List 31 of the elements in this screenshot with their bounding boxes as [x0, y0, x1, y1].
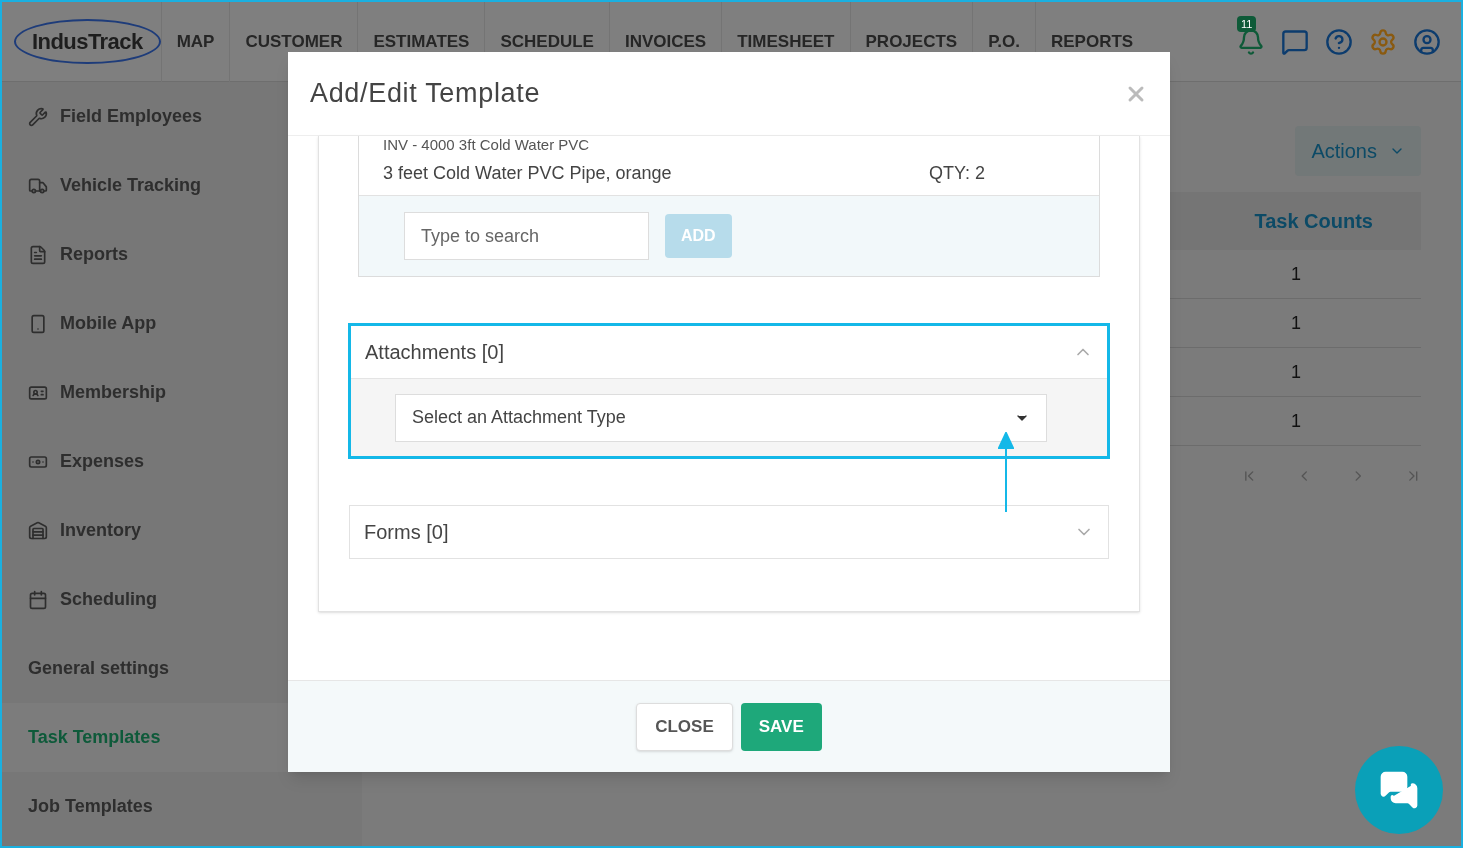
sidebar-item[interactable]: Vehicle Tracking: [2, 151, 362, 220]
settings-icon[interactable]: [1369, 27, 1397, 56]
phone-icon: [28, 313, 48, 334]
user-icon[interactable]: [1413, 27, 1441, 56]
document-icon: [28, 244, 48, 265]
table-cell-text: 1: [1291, 311, 1301, 335]
warehouse-icon: [28, 520, 48, 541]
accordion-header[interactable]: Forms [0]: [350, 506, 1108, 558]
sidebar-item[interactable]: Scheduling: [2, 565, 362, 634]
notification-badge: 11: [1237, 15, 1257, 32]
help-icon[interactable]: [1325, 27, 1353, 56]
actions-button[interactable]: Actions: [1295, 126, 1421, 176]
nav-link[interactable]: MAP: [160, 2, 230, 82]
table-cell-text: 1: [1291, 360, 1301, 384]
save-button[interactable]: SAVE: [740, 702, 822, 751]
item-description: 3 feet Cold Water PVC Pipe, orange: [383, 162, 672, 185]
chat-icon[interactable]: [1281, 27, 1309, 56]
calendar-icon: [28, 589, 48, 610]
attachment-type-select[interactable]: Select an Attachment Type: [395, 393, 1047, 442]
search-field[interactable]: Type to search: [404, 212, 649, 260]
tools-icon: [28, 106, 48, 127]
close-button[interactable]: CLOSE: [636, 702, 733, 751]
sidebar-item[interactable]: Expenses: [2, 427, 362, 496]
item-quantity: QTY: 2: [928, 162, 985, 185]
sidebar-item[interactable]: Job Templates: [2, 772, 362, 841]
table-cell-text: 1: [1291, 409, 1301, 433]
chat-bubble-icon: [1379, 770, 1419, 810]
item-title: INV - 4000 3ft Cold Water PVC: [383, 136, 591, 153]
table-cell-text: 1: [1291, 262, 1301, 286]
logo[interactable]: IndusTrack: [14, 19, 161, 64]
sidebar-item[interactable]: Reports: [2, 220, 362, 289]
